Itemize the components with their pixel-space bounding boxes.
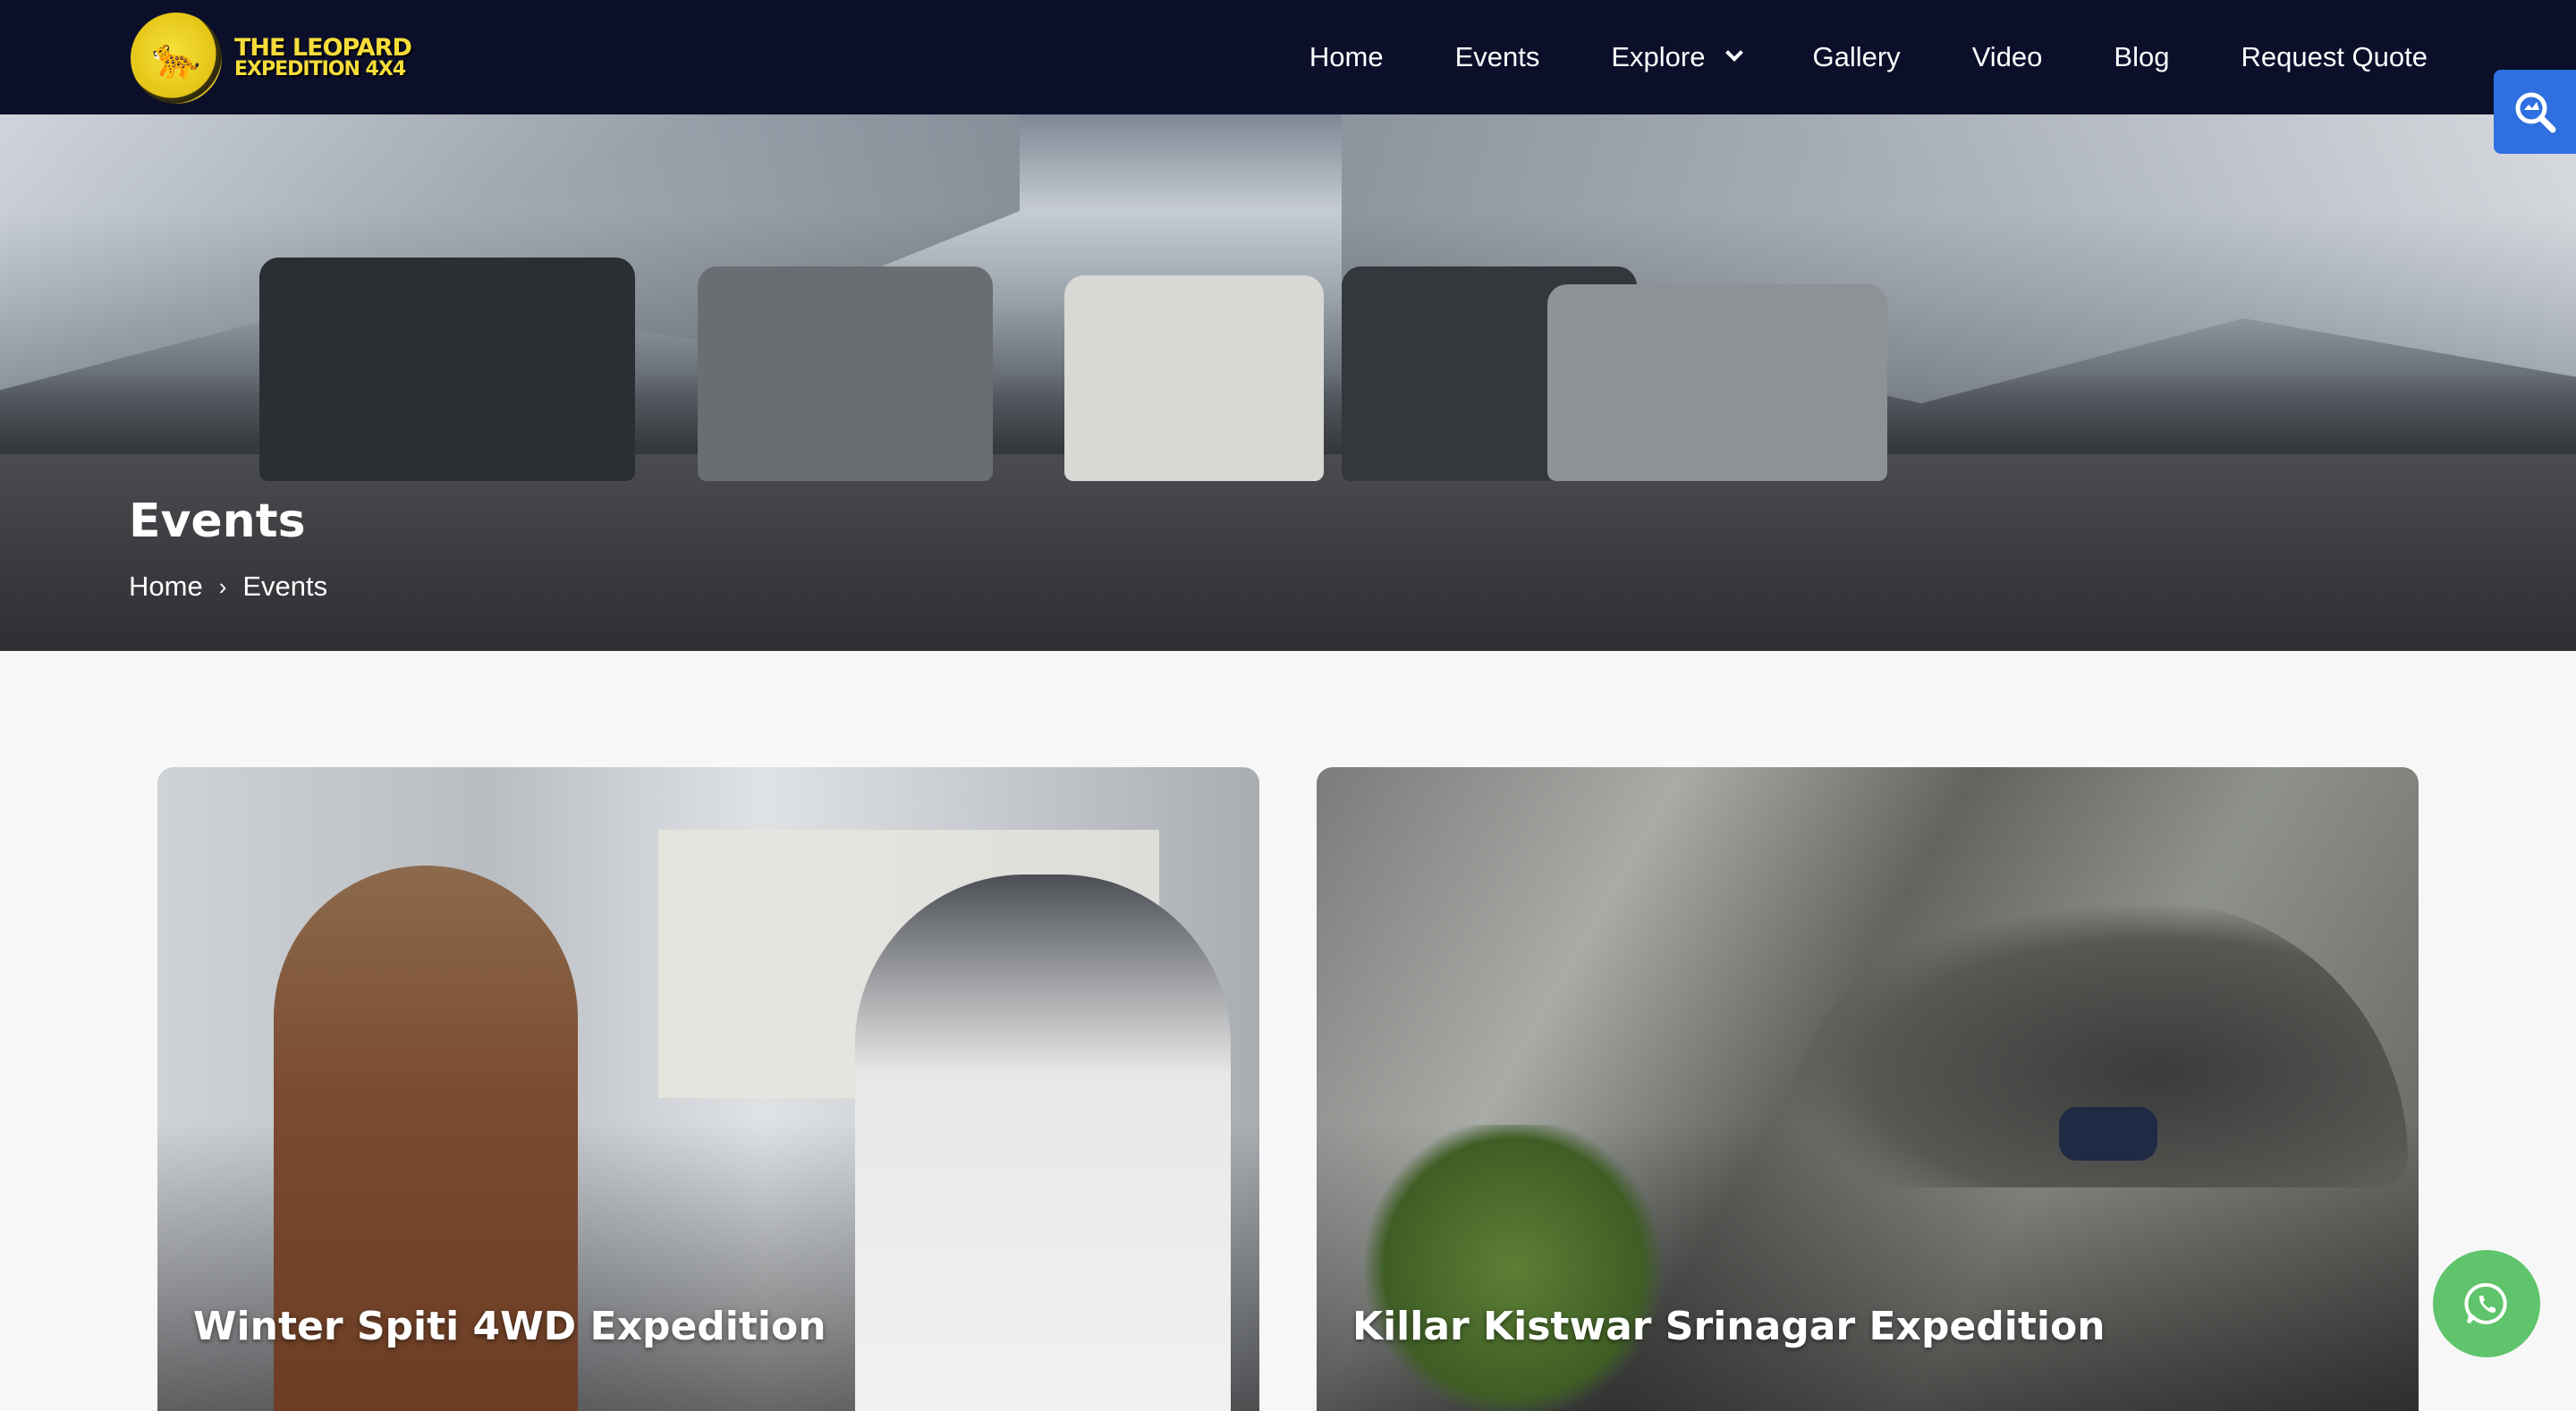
logo-wordmark: THE LEOPARD EXPEDITION 4X4: [234, 34, 412, 81]
event-card[interactable]: Killar Kistwar Srinagar Expedition: [1317, 767, 2419, 1411]
event-card-title[interactable]: Winter Spiti 4WD Expedition: [193, 1304, 826, 1349]
breadcrumb-home[interactable]: Home: [129, 570, 203, 603]
hero-banner: Events Home › Events: [0, 114, 2576, 651]
nav-blog[interactable]: Blog: [2114, 41, 2169, 73]
logo-line2: EXPEDITION 4X4: [234, 58, 406, 81]
breadcrumb-current: Events: [242, 570, 328, 602]
nav-gallery[interactable]: Gallery: [1812, 41, 1900, 73]
hero-vehicles-group: [259, 222, 1905, 481]
nav-explore[interactable]: Explore: [1611, 41, 1744, 73]
main-nav: Home Events Explore Gallery Video Blog R…: [1238, 0, 2428, 114]
vehicle: [698, 266, 993, 481]
whatsapp-button[interactable]: [2433, 1250, 2540, 1357]
breadcrumb: Home › Events: [129, 570, 327, 603]
page-title: Events: [129, 494, 306, 548]
event-cards: Winter Spiti 4WD Expedition Killar Kistw…: [157, 767, 2419, 1411]
nav-events[interactable]: Events: [1455, 41, 1540, 73]
card-image-person: [855, 874, 1231, 1411]
nav-explore-label: Explore: [1611, 41, 1706, 72]
logo-line1: THE LEOPARD: [234, 34, 412, 62]
nav-home[interactable]: Home: [1309, 41, 1384, 73]
card-image-motorbike: [2059, 1107, 2157, 1161]
site-logo[interactable]: 🐆 THE LEOPARD EXPEDITION 4X4: [131, 13, 412, 104]
search-button[interactable]: [2494, 70, 2576, 154]
site-header: 🐆 THE LEOPARD EXPEDITION 4X4 Home Events…: [0, 0, 2576, 114]
card-image-foliage: [1352, 1125, 1674, 1411]
chevron-down-icon: [1725, 44, 1744, 62]
vehicle: [259, 258, 635, 481]
leopard-emblem-icon: 🐆: [131, 13, 222, 104]
hero-road: [0, 454, 2576, 651]
whatsapp-icon: [2464, 1282, 2507, 1324]
nav-video[interactable]: Video: [1972, 41, 2043, 73]
vehicle: [1064, 275, 1324, 481]
search-zoom-icon: [2515, 92, 2556, 133]
event-card-title[interactable]: Killar Kistwar Srinagar Expedition: [1352, 1304, 2106, 1349]
vehicle: [1547, 284, 1887, 481]
event-card[interactable]: Winter Spiti 4WD Expedition: [157, 767, 1259, 1411]
breadcrumb-separator-icon: ›: [218, 572, 227, 600]
nav-request-quote[interactable]: Request Quote: [2241, 41, 2428, 73]
